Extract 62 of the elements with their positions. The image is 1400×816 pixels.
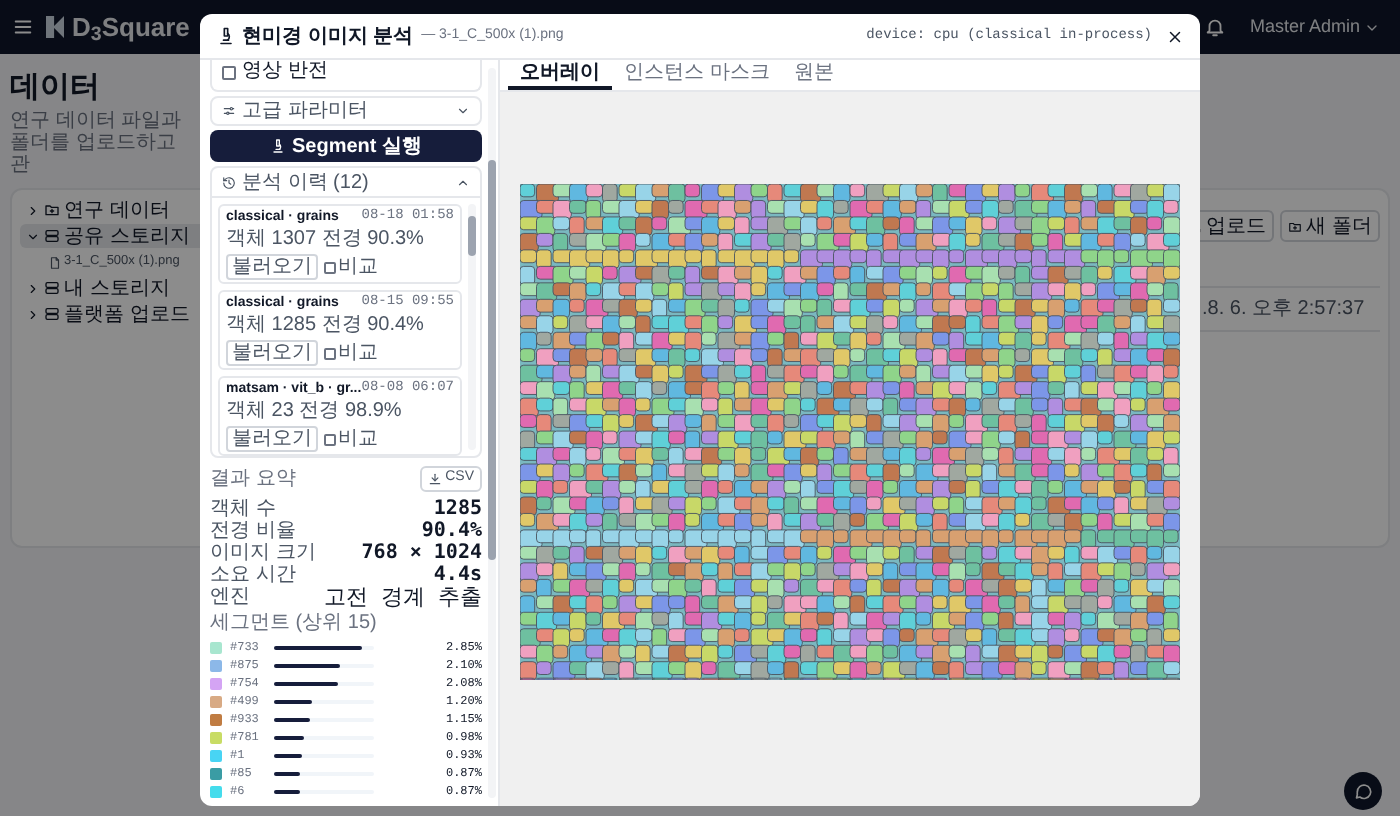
load-button[interactable]: 불러오기 (226, 254, 318, 280)
checkbox[interactable] (324, 347, 336, 359)
stat-label: 소요 시간 (210, 564, 296, 586)
compare-checkbox[interactable]: 비교 (324, 342, 378, 364)
stat-label: 엔진 (210, 586, 250, 608)
sliders-icon (222, 104, 236, 118)
stat-value: 1285 (433, 498, 482, 520)
history-stats: 객체 23 전경 98.9% (226, 400, 402, 424)
stat-label: 이미지 크기 (210, 542, 316, 564)
tree-item[interactable]: 연구 데이터 (20, 198, 210, 222)
checkbox[interactable] (324, 261, 336, 273)
close-icon (1165, 27, 1183, 45)
download-icon (427, 472, 442, 486)
section-title: 세그먼트 (상위 15) (210, 612, 379, 634)
history-stats: 객체 1307 전경 90.3% (226, 228, 424, 252)
checkbox-option[interactable]: 영상 반전 (222, 60, 470, 84)
stat-value: 4.4s (433, 564, 482, 586)
menu-icon (12, 16, 34, 38)
notification-bell-icon (1203, 16, 1226, 38)
microscope-icon (269, 138, 286, 154)
dialog-title: 현미경 이미지 분석 (242, 23, 414, 51)
history-header[interactable]: 분석 이력 (12) (212, 168, 480, 198)
compare-checkbox[interactable]: 비교 (324, 428, 378, 450)
stat-value: 90.4% (421, 520, 482, 542)
tree-item[interactable]: 내 스토리지 (20, 276, 210, 300)
chevron-right-icon (26, 203, 40, 217)
chevron-down-icon (26, 229, 40, 243)
history-icon (222, 175, 236, 189)
view-tab[interactable]: 원본 (781, 58, 846, 90)
close-button[interactable] (1164, 26, 1184, 46)
load-button[interactable]: 불러오기 (226, 340, 318, 366)
tree-item[interactable]: 플랫폼 업로드 (20, 302, 210, 326)
page-title: 데이터 (10, 70, 100, 106)
stat-label: 객체 수 (210, 498, 276, 520)
scrollbar[interactable] (488, 68, 496, 798)
compare-checkbox[interactable]: 비교 (324, 256, 378, 278)
new-folder-button[interactable]: 새 폴더 (1280, 210, 1380, 242)
chat-button[interactable] (1344, 772, 1382, 810)
stat-label: 전경 비율 (210, 520, 296, 542)
microscope-icon (216, 26, 236, 46)
view-tab[interactable]: 인스턴스 마스크 (612, 58, 782, 90)
history-stats: 객체 1285 전경 90.4% (226, 314, 424, 338)
load-button[interactable]: 불러오기 (226, 426, 318, 452)
chevron-icon (456, 175, 470, 189)
checkbox[interactable] (324, 433, 336, 445)
view-tab[interactable]: 오버레이 (508, 58, 612, 90)
checkbox[interactable] (222, 65, 236, 79)
app-logo: D$_{3}$Square (72, 9, 190, 47)
section-title: 결과 요약 (210, 466, 296, 494)
page-subtitle: 연구 데이터 파일과 폴더를 업로드하고 관 (10, 110, 184, 176)
segment-run-button[interactable]: Segment 실행 (210, 130, 482, 162)
user-menu-button[interactable]: Master Admin (1249, 13, 1380, 41)
chat-bubble-icon (1353, 781, 1373, 801)
stat-value: 768 × 1024 (361, 542, 482, 564)
advanced-parameters-dropdown[interactable]: 고급 파라미터 (210, 96, 482, 126)
storage-icon (44, 228, 60, 244)
logo-icon (46, 16, 64, 38)
folder-plus-icon (1288, 219, 1303, 233)
folder-icon (44, 202, 60, 218)
chevron-icon (456, 104, 470, 118)
file-icon (48, 255, 62, 269)
stat-value: 고전 경계 추출 (323, 586, 482, 608)
